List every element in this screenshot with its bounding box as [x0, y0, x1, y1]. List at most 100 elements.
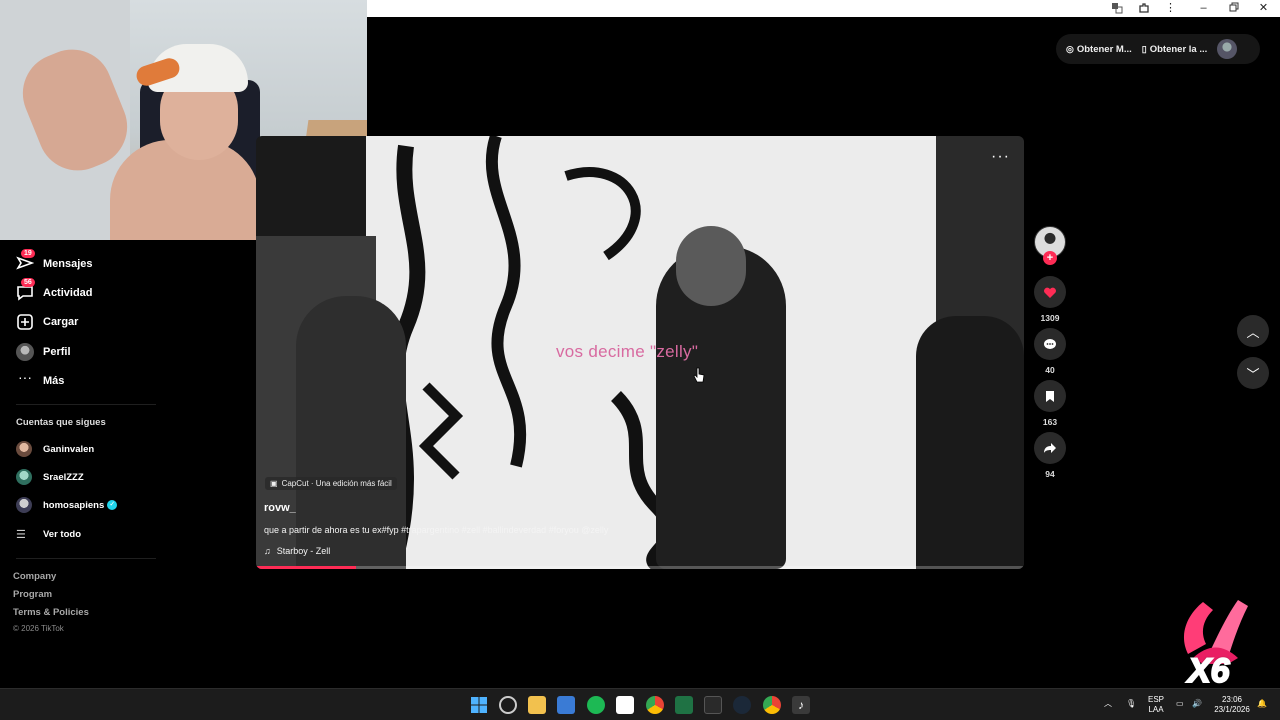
following-item[interactable]: SraelZZZ — [16, 468, 84, 486]
follow-creator-button[interactable]: + — [1043, 251, 1057, 265]
following-item[interactable]: homosapiens ✓ — [16, 496, 118, 514]
following-name: SraelZZZ — [43, 471, 84, 483]
avatar-icon — [16, 343, 34, 361]
close-icon[interactable]: ✕ — [1257, 2, 1270, 15]
sidebar-item-upload[interactable]: Cargar — [16, 310, 78, 334]
paper-plane-icon: 19 — [16, 249, 35, 273]
clock-date: 23/1/2026 — [1214, 705, 1250, 714]
share-count: 94 — [1045, 469, 1055, 479]
clock-time: 23:06 — [1221, 695, 1243, 704]
video-progress-bar[interactable] — [256, 566, 1024, 569]
more-options-icon[interactable]: ··· — [991, 148, 1010, 166]
epic-games-icon[interactable] — [704, 696, 722, 714]
chrome-icon[interactable] — [763, 696, 781, 714]
comment-action[interactable]: 40 — [1034, 328, 1066, 375]
restore-icon[interactable] — [1227, 2, 1240, 15]
share-action[interactable]: 94 — [1034, 432, 1066, 479]
sidebar-item-label: Actividad — [43, 287, 93, 299]
cursor-icon — [693, 367, 705, 383]
tiktok-icon[interactable]: ♪ — [792, 696, 810, 714]
minimize-icon[interactable]: – — [1197, 2, 1210, 15]
save-action[interactable]: 163 — [1034, 380, 1066, 427]
sidebar-item-messages[interactable]: 19 Mensajes — [16, 249, 93, 276]
list-icon: ☰ — [16, 528, 26, 541]
file-explorer-icon[interactable] — [528, 696, 546, 714]
see-all-link[interactable]: ☰ Ver todo — [16, 525, 81, 543]
get-mobile-app-button[interactable]: ▯ Obtener la ... — [1142, 44, 1208, 55]
get-app-label: Obtener M... — [1076, 43, 1132, 55]
footer-link-terms[interactable]: Terms & Policies — [13, 607, 89, 618]
spotify-icon[interactable] — [587, 696, 605, 714]
network-icon[interactable]: ▭ — [1176, 699, 1184, 709]
store-icon[interactable] — [557, 696, 575, 714]
sidebar-item-more[interactable]: ··· Más — [16, 369, 64, 393]
divider — [16, 404, 156, 405]
video-music[interactable]: ♫ Starboy - Zell — [264, 546, 330, 556]
excel-icon[interactable] — [675, 696, 693, 714]
language-indicator[interactable]: ESP LAA — [1145, 695, 1167, 715]
notification-bell-icon[interactable]: 🔔 — [1257, 699, 1267, 709]
capcut-badge[interactable]: ▣ CapCut · Una edición más fácil — [265, 477, 397, 490]
footer-link-company[interactable]: Company — [13, 571, 56, 582]
compass-icon: ◎ — [1066, 43, 1074, 54]
steam-icon[interactable] — [733, 696, 751, 714]
chat-bubble-icon: 56 — [16, 278, 35, 302]
bookmark-icon[interactable] — [1034, 380, 1066, 412]
volume-icon[interactable]: 🔊 — [1192, 699, 1202, 709]
search-icon[interactable] — [499, 696, 517, 714]
combo-multiplier: X6 — [1187, 651, 1231, 691]
previous-video-button[interactable]: ︿ — [1237, 315, 1269, 347]
keyboard-layout: LAA — [1148, 705, 1164, 714]
following-name: homosapiens — [43, 499, 105, 511]
heart-icon[interactable] — [1034, 276, 1066, 308]
translate-icon[interactable] — [1110, 2, 1123, 15]
share-icon[interactable] — [1034, 432, 1066, 464]
comment-icon[interactable] — [1034, 328, 1066, 360]
sidebar-item-label: Cargar — [43, 316, 79, 328]
footer-link-program[interactable]: Program — [13, 589, 52, 600]
clock[interactable]: 23:06 23/1/2026 — [1210, 695, 1254, 715]
chrome-icon[interactable] — [646, 696, 664, 714]
performer-head — [676, 226, 746, 306]
video-player[interactable]: vos decime "zelly" ··· ▣ CapCut · Una ed… — [256, 136, 1024, 569]
sidebar-item-profile[interactable]: Perfil — [16, 340, 71, 364]
sidebar-item-label: Perfil — [43, 346, 71, 358]
get-mobile-label: Obtener la ... — [1149, 43, 1208, 55]
capcut-icon: ▣ — [270, 479, 278, 488]
divider — [16, 558, 156, 559]
sidebar-item-label: Más — [43, 375, 65, 387]
save-count: 163 — [1042, 417, 1058, 427]
reaction-combo-overlay: X6 — [1168, 594, 1256, 691]
following-title: Cuentas que sigues — [16, 417, 106, 428]
capcut-app-icon[interactable] — [616, 696, 634, 714]
next-video-button[interactable]: ﹀ — [1237, 357, 1269, 389]
microphone-icon[interactable]: 🎙 — [1126, 699, 1136, 709]
following-item[interactable]: Ganinvalen — [16, 440, 94, 458]
start-icon[interactable] — [470, 696, 488, 714]
avatar — [16, 497, 32, 513]
sidebar-item-label: Mensajes — [43, 258, 93, 270]
tray-chevron-icon[interactable]: ︿ — [1104, 699, 1112, 709]
more-dots-icon: ··· — [18, 369, 32, 385]
video-caption-overlay: vos decime "zelly" — [556, 342, 699, 361]
get-app-button[interactable]: ◎ Obtener M... — [1066, 44, 1132, 55]
extensions-icon[interactable] — [1137, 2, 1150, 15]
language-code: ESP — [1147, 695, 1164, 704]
user-avatar[interactable] — [1217, 39, 1238, 59]
video-author[interactable]: rovw_ — [264, 502, 296, 514]
copyright: © 2026 TikTok — [13, 624, 64, 633]
avatar — [16, 441, 32, 457]
chevron-up-icon: ︿ — [1246, 324, 1260, 340]
like-action[interactable]: 1309 — [1034, 276, 1066, 323]
menu-icon[interactable]: ⋮ — [1164, 2, 1177, 15]
music-note-icon: ♫ — [264, 546, 271, 556]
activity-badge: 56 — [21, 278, 35, 287]
sidebar: 19 Mensajes 56 Actividad Cargar Perfil ·… — [0, 240, 256, 688]
like-count: 1309 — [1040, 313, 1060, 323]
following-name: Ganinvalen — [43, 443, 95, 455]
phone-icon: ▯ — [1141, 43, 1147, 54]
see-all-label: Ver todo — [43, 528, 82, 540]
video-description: que a partir de ahora es tu ex#fyp #trap… — [264, 525, 609, 535]
sidebar-item-activity[interactable]: 56 Actividad — [16, 278, 93, 305]
taskbar: ♪ ︿ 🎙 ESP LAA ▭ 🔊 23:06 23/1/2026 🔔 — [0, 688, 1280, 720]
